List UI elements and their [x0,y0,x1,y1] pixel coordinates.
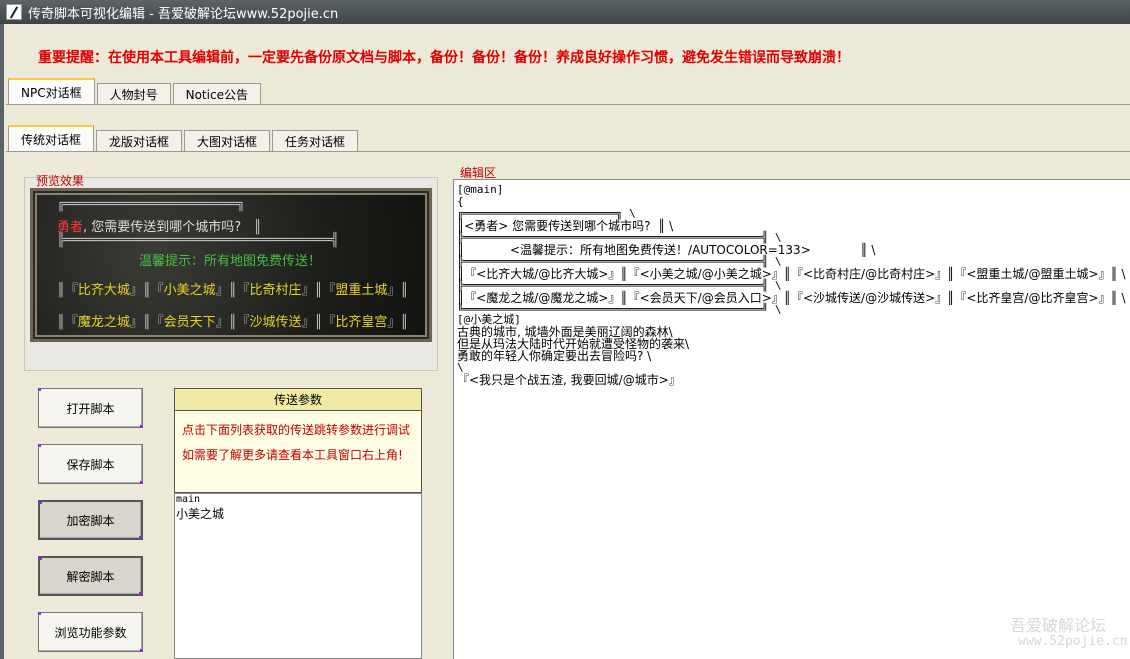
output-label-main[interactable]: main [175,494,421,505]
top-tab-divider [6,104,1130,105]
sub-tab-divider [6,151,1130,152]
top-tab-bar: NPC对话框 人物封号 Notice公告 [8,77,263,105]
tab-classic-dialog[interactable]: 传统对话框 [8,125,95,152]
params-hint-1: 点击下面列表获取的传送跳转参数进行调试 [182,423,411,437]
watermark-site-name: 吾爱破解论坛 [1010,616,1107,635]
preview-label: 预览效果 [36,174,85,188]
params-title: 传送参数 [175,389,421,411]
save-script-button[interactable]: 保存脚本 [38,444,143,484]
watermark-site-url: www.52pojie.cn [1018,634,1128,649]
tab-notice[interactable]: Notice公告 [172,83,261,105]
preview-frame-top: ╔══════════════════════╗ [57,197,245,212]
preview-frame-mid: ╠══════════════════════════════════╣ [57,233,339,248]
tab-player-title[interactable]: 人物封号 [96,83,171,105]
preview-link-biqi-city: 比齐大城 [77,283,130,298]
preview-link-shacheng: 沙城传送 [249,315,302,330]
backup-warning: 重要提醒：在使用本工具编辑前，一定要先备份原文档与脚本，备份！备份！备份！养成良… [38,50,850,66]
open-script-button[interactable]: 打开脚本 [38,388,143,428]
preview-row-2: ║『魔龙之城』║『会员天下』║『沙城传送』║『比齐皇宫』║ [57,315,409,330]
editor-line: 勇敢的年轻人你确定要出去冒险吗? \ [457,349,652,363]
decrypt-script-button[interactable]: 解密脚本 [38,556,143,596]
params-hint-2: 如需要了解更多请查看本工具窗口右上角! [182,448,403,462]
window-title: 传奇脚本可视化编辑 - 吾爱破解论坛www.52pojie.cn [28,6,339,22]
window-titlebar: 传奇脚本可视化编辑 - 吾爱破解论坛www.52pojie.cn [0,0,1130,24]
editor-line: [@main] [457,183,504,196]
tab-dragon-dialog[interactable]: 龙版对话框 [96,130,183,152]
editor-line: 『<我只是个战五渣, 我要回城/@城市>』 [457,373,681,387]
preview-link-mengzhong: 盟重土城 [335,283,388,298]
browse-params-button[interactable]: 浏览功能参数 [38,612,143,652]
preview-row-1: ║『比齐大城』║『小美之城』║『比奇村庄』║『盟重土城』║ [57,283,409,298]
params-output-list[interactable]: main 小美之城 [174,493,422,659]
preview-link-xiaomei-city: 小美之城 [163,283,216,298]
script-editor[interactable]: [@main] { ╔═══════════════════════╗ \ ║<… [453,179,1130,659]
preview-link-palace: 比齐皇宫 [335,315,388,330]
app-icon [6,4,22,20]
teleport-params-panel: 传送参数 点击下面列表获取的传送跳转参数进行调试 如需要了解更多请查看本工具窗口… [174,388,422,493]
tab-quest-dialog[interactable]: 任务对话框 [272,130,359,152]
output-label-city[interactable]: 小美之城 [175,505,421,522]
preview-link-biqi-village: 比奇村庄 [249,283,302,298]
preview-render: ╔══════════════════════╗ 勇者, 您需要传送到哪个城市吗… [30,188,432,342]
tab-npc-dialog[interactable]: NPC对话框 [8,78,95,105]
preview-tip: 温馨提示：所有地图免费传送！ [139,254,322,269]
preview-link-molong: 魔龙之城 [77,315,130,330]
tab-bigimage-dialog[interactable]: 大图对话框 [184,130,271,152]
preview-link-vip: 会员天下 [163,315,216,330]
sub-tab-bar: 传统对话框 龙版对话框 大图对话框 任务对话框 [8,124,360,152]
encrypt-script-button[interactable]: 加密脚本 [38,500,143,540]
